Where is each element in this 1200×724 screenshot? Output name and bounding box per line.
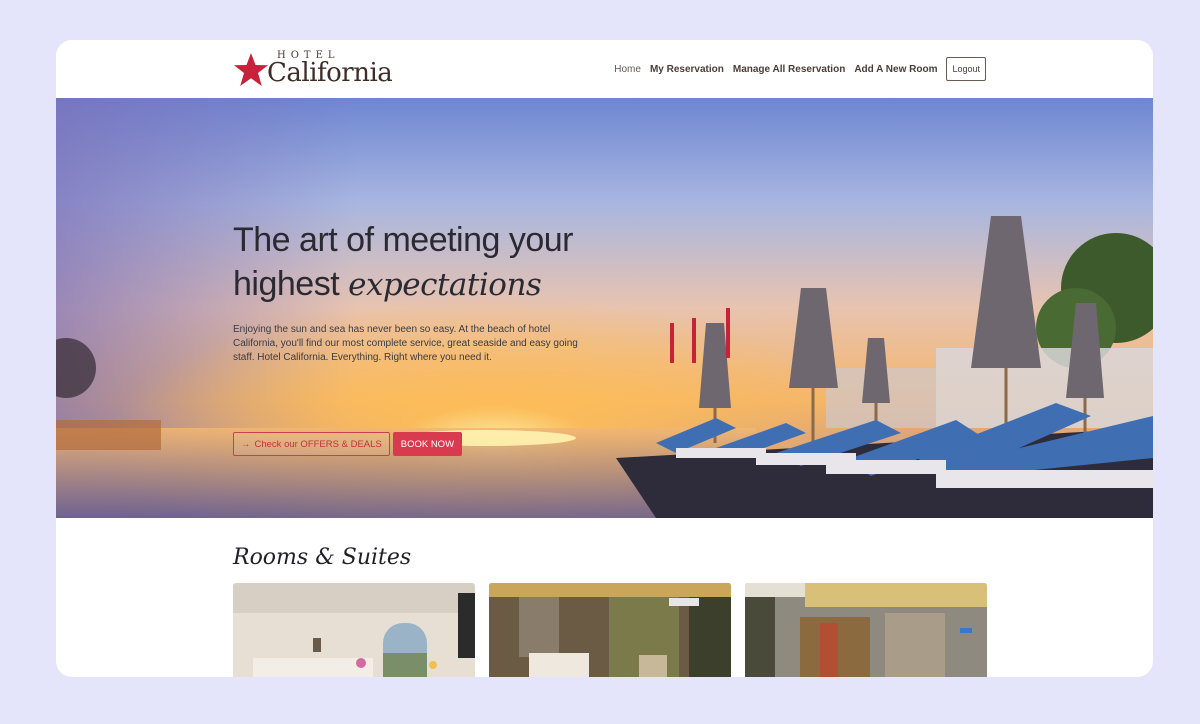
headline-line-1: The art of meeting your xyxy=(233,221,574,259)
nav-manage-all-reservation[interactable]: Manage All Reservation xyxy=(733,64,845,75)
brand-name: California xyxy=(267,58,393,88)
site-header: HOTEL California Home My Reservation Man… xyxy=(56,40,1153,98)
offers-deals-label: Check our OFFERS & DEALS xyxy=(254,438,382,450)
arrow-right-icon: → xyxy=(241,438,251,450)
hero-description: Enjoying the sun and sea has never been … xyxy=(233,324,578,363)
room-card-3[interactable] xyxy=(745,583,987,677)
room-photo-1 xyxy=(233,583,475,677)
room-card-2[interactable] xyxy=(489,583,731,677)
nav-home[interactable]: Home xyxy=(614,64,641,75)
main-nav: Home My Reservation Manage All Reservati… xyxy=(614,57,986,81)
hotel-logo[interactable]: HOTEL California xyxy=(233,49,403,91)
offers-deals-button[interactable]: → Check our OFFERS & DEALS xyxy=(233,432,390,456)
hero-cta-row: → Check our OFFERS & DEALS BOOK NOW xyxy=(233,432,463,456)
room-photo-2 xyxy=(489,583,731,677)
hero-text: The art of meeting your highest expectat… xyxy=(233,218,653,456)
headline-line-2: highest xyxy=(233,265,349,303)
room-photo-3 xyxy=(745,583,987,677)
nav-add-new-room[interactable]: Add A New Room xyxy=(854,64,937,75)
rooms-section-title: Rooms & Suites xyxy=(233,545,412,570)
star-icon xyxy=(234,53,268,86)
hero-banner: The art of meeting your highest expectat… xyxy=(56,98,1153,518)
book-now-button[interactable]: BOOK NOW xyxy=(392,432,463,456)
nav-my-reservation[interactable]: My Reservation xyxy=(650,64,724,75)
page-frame: HOTEL California Home My Reservation Man… xyxy=(56,40,1153,677)
headline-emphasis: expectations xyxy=(348,267,542,303)
logout-button[interactable]: Logout xyxy=(946,57,986,81)
hero-headline: The art of meeting your highest expectat… xyxy=(233,218,653,307)
room-card-1[interactable] xyxy=(233,583,475,677)
